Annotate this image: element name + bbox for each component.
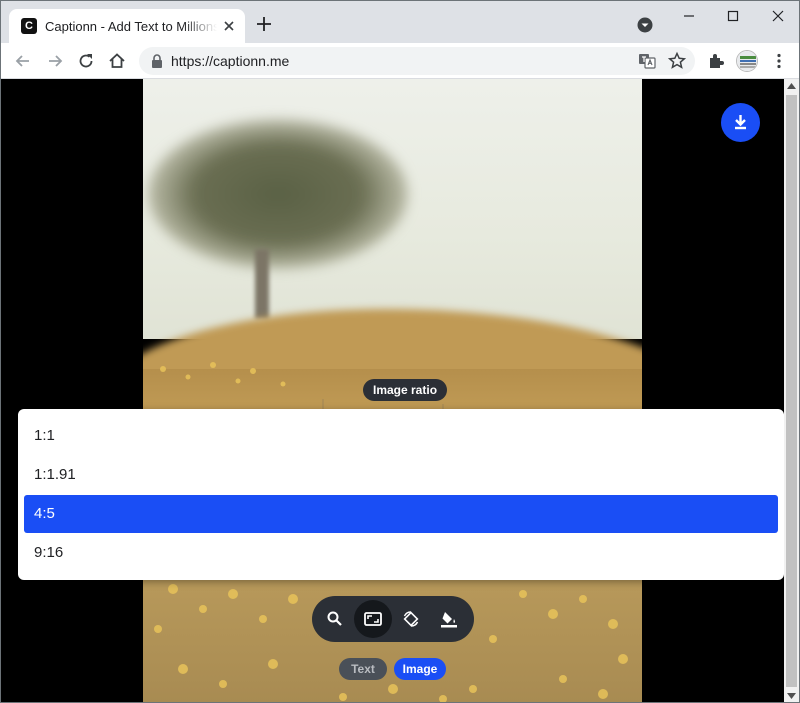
image-tools-bar <box>312 596 474 642</box>
maximize-icon[interactable] <box>719 7 747 25</box>
image-ratio-menu: 1:1 1:1.91 4:5 9:16 <box>18 409 784 580</box>
ratio-option-1-1[interactable]: 1:1 <box>24 417 778 455</box>
rotate-button[interactable] <box>392 600 430 638</box>
lock-icon[interactable] <box>151 54 163 68</box>
zoom-button[interactable] <box>316 600 354 638</box>
scroll-down-arrow-icon[interactable] <box>787 693 796 699</box>
download-icon <box>735 115 746 130</box>
address-bar[interactable]: https://captionn.me <box>139 47 695 75</box>
scroll-up-arrow-icon[interactable] <box>787 83 796 89</box>
fill-color-button[interactable] <box>430 600 468 638</box>
ratio-option-4-5[interactable]: 4:5 <box>24 495 778 533</box>
image-ratio-tooltip: Image ratio <box>363 379 448 401</box>
minimize-icon[interactable] <box>675 7 703 25</box>
text-mode-tab[interactable]: Text <box>339 658 387 680</box>
profile-avatar[interactable] <box>736 50 758 72</box>
image-mode-tab[interactable]: Image <box>394 658 446 680</box>
menu-kebab-icon[interactable] <box>769 51 789 71</box>
close-tab-icon[interactable] <box>221 18 237 34</box>
translate-icon[interactable] <box>637 51 657 71</box>
search-icon <box>327 611 342 626</box>
reload-icon[interactable] <box>76 51 96 71</box>
aspect-ratio-icon <box>364 612 382 626</box>
favicon-icon: C <box>21 18 37 34</box>
browser-toolbar: https://captionn.me <box>1 43 799 79</box>
tab-title: Captionn - Add Text to Millions <box>45 19 217 34</box>
tab-search-icon[interactable] <box>637 17 653 33</box>
fill-color-icon <box>441 612 457 628</box>
editor-canvas: Image ratio 1:1 1:1.91 4:5 9:16 Text Ima… <box>1 79 784 702</box>
download-button[interactable] <box>721 103 760 142</box>
extensions-icon[interactable] <box>706 51 726 71</box>
home-icon[interactable] <box>107 51 127 71</box>
back-icon[interactable] <box>13 51 33 71</box>
aspect-ratio-button[interactable] <box>354 600 392 638</box>
browser-window: C Captionn - Add Text to Millions https:… <box>0 0 800 703</box>
rotate-icon <box>403 611 419 627</box>
scrollbar-thumb[interactable] <box>786 95 797 687</box>
photo-tree-trunk <box>255 249 269 319</box>
ratio-option-9-16[interactable]: 9:16 <box>24 534 778 572</box>
browser-tab[interactable]: C Captionn - Add Text to Millions <box>9 9 245 43</box>
photo-tree <box>148 119 408 269</box>
vertical-scrollbar[interactable] <box>784 79 799 702</box>
close-window-icon[interactable] <box>764 7 792 25</box>
ratio-option-1-1.91[interactable]: 1:1.91 <box>24 456 778 494</box>
forward-icon[interactable] <box>45 51 65 71</box>
new-tab-icon[interactable] <box>255 15 273 33</box>
bookmark-star-icon[interactable] <box>667 51 687 71</box>
avatar-image-icon <box>737 51 757 71</box>
tab-strip: C Captionn - Add Text to Millions <box>1 1 799 43</box>
url-text: https://captionn.me <box>171 53 290 69</box>
